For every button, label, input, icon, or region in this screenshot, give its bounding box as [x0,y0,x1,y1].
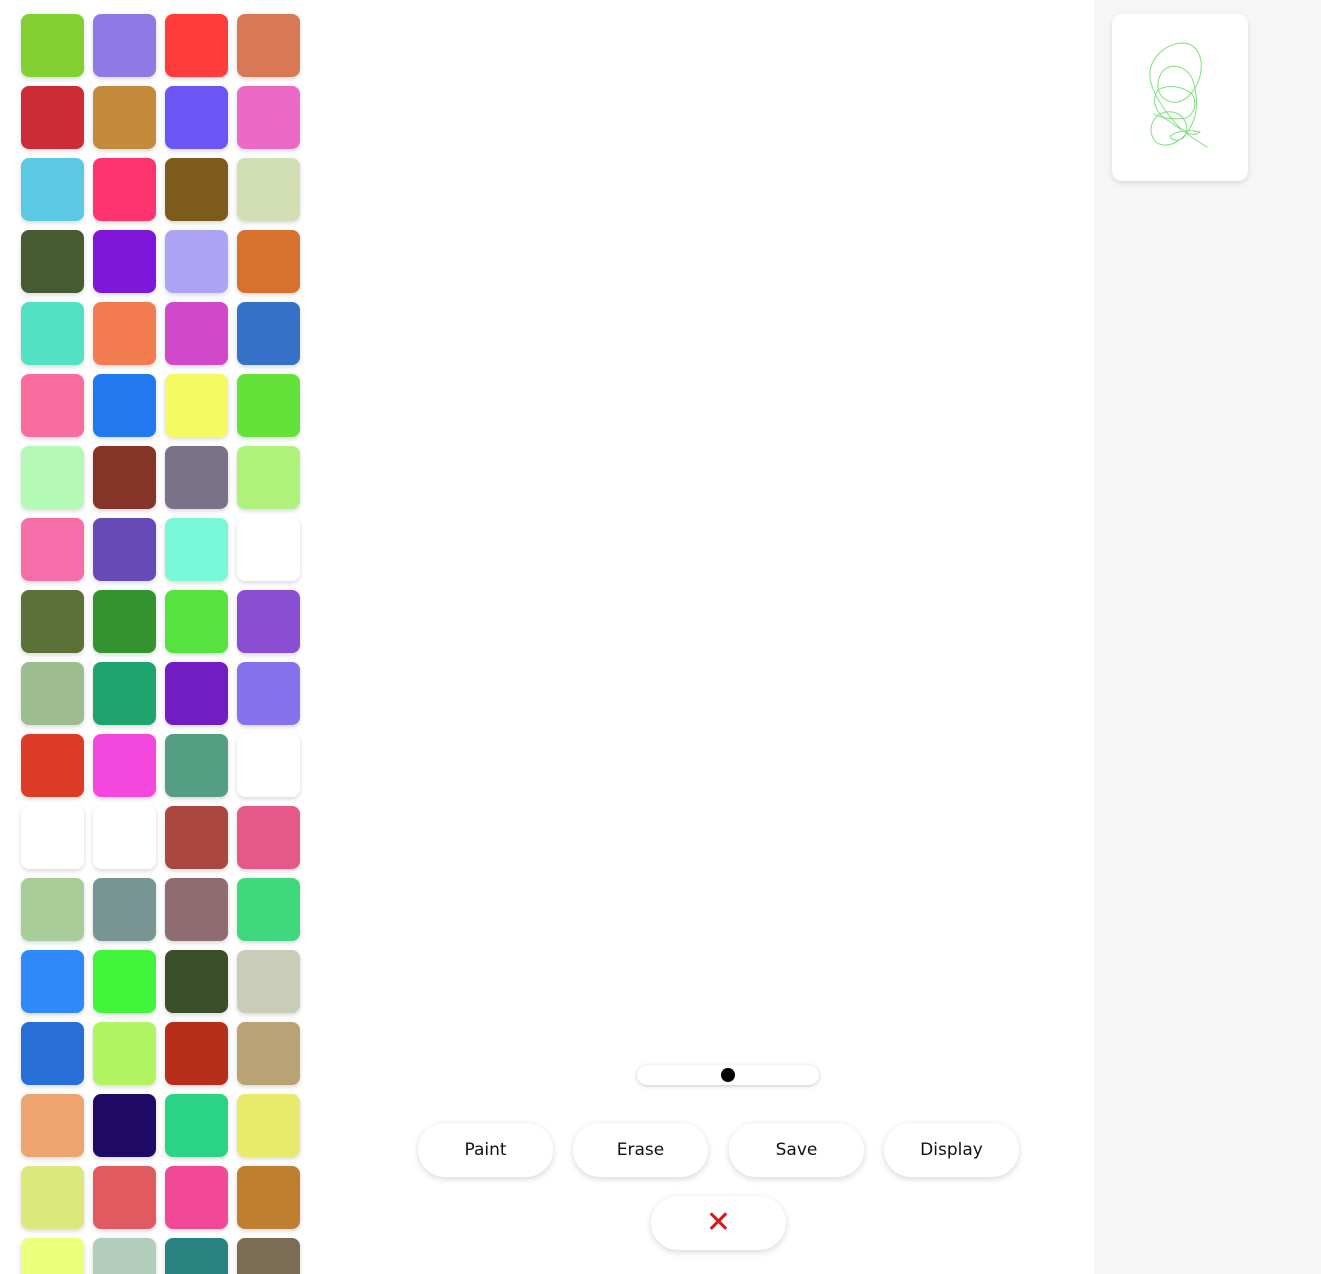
color-swatch[interactable] [165,374,228,437]
color-swatch[interactable] [237,1094,300,1157]
color-swatch[interactable] [237,878,300,941]
drawing-stroke [1149,42,1208,148]
color-swatch[interactable] [165,1238,228,1274]
color-swatch[interactable] [165,446,228,509]
color-swatch[interactable] [165,1166,228,1229]
color-swatch[interactable] [165,86,228,149]
color-swatch[interactable] [237,950,300,1013]
color-swatch[interactable] [165,734,228,797]
color-swatch[interactable] [165,950,228,1013]
color-swatch[interactable] [93,446,156,509]
color-swatch[interactable] [21,662,84,725]
color-swatch[interactable] [165,1094,228,1157]
color-swatch[interactable] [21,518,84,581]
color-swatch[interactable] [21,230,84,293]
color-swatch[interactable] [237,230,300,293]
color-swatch[interactable] [237,14,300,77]
color-swatch[interactable] [21,950,84,1013]
color-swatch[interactable] [93,1166,156,1229]
color-swatch[interactable] [21,1166,84,1229]
color-swatch[interactable] [93,302,156,365]
color-swatch[interactable] [237,1238,300,1274]
color-swatch[interactable] [93,86,156,149]
color-swatch[interactable] [165,590,228,653]
color-swatch[interactable] [165,662,228,725]
paint-button[interactable]: Paint [418,1123,553,1177]
color-swatch[interactable] [93,374,156,437]
save-button[interactable]: Save [729,1123,864,1177]
color-swatch[interactable] [21,14,84,77]
color-swatch[interactable] [93,14,156,77]
color-palette [21,14,311,1274]
color-swatch[interactable] [93,806,156,869]
slider-thumb[interactable] [721,1068,735,1082]
color-swatch[interactable] [21,158,84,221]
color-swatch[interactable] [93,950,156,1013]
color-swatch[interactable] [93,662,156,725]
color-swatch[interactable] [21,734,84,797]
drawing-preview [1149,42,1208,148]
color-swatch[interactable] [165,302,228,365]
saved-drawings-panel [1094,0,1321,1274]
color-swatch[interactable] [165,1022,228,1085]
paint-app: Paint Erase Save Display ✕ [0,0,1321,1274]
color-swatch[interactable] [237,374,300,437]
color-swatch[interactable] [165,878,228,941]
erase-button[interactable]: Erase [573,1123,708,1177]
close-button[interactable]: ✕ [651,1196,786,1250]
color-swatch[interactable] [93,158,156,221]
color-swatch[interactable] [21,302,84,365]
color-swatch[interactable] [21,1022,84,1085]
color-swatch[interactable] [21,446,84,509]
color-swatch[interactable] [21,590,84,653]
color-swatch[interactable] [237,86,300,149]
color-swatch[interactable] [237,518,300,581]
color-swatch[interactable] [21,806,84,869]
color-swatch[interactable] [165,806,228,869]
color-swatch[interactable] [165,518,228,581]
color-swatch[interactable] [93,734,156,797]
color-swatch[interactable] [21,1238,84,1274]
display-button[interactable]: Display [884,1123,1019,1177]
color-swatch[interactable] [93,1238,156,1274]
color-swatch[interactable] [93,230,156,293]
color-swatch[interactable] [237,158,300,221]
color-swatch[interactable] [237,734,300,797]
color-swatch[interactable] [93,518,156,581]
brush-size-slider[interactable] [637,1065,819,1085]
color-swatch[interactable] [21,374,84,437]
color-swatch[interactable] [93,590,156,653]
color-swatch[interactable] [237,446,300,509]
color-swatch[interactable] [237,662,300,725]
saved-drawing-thumbnail[interactable] [1112,14,1248,181]
color-swatch[interactable] [93,1094,156,1157]
color-swatch[interactable] [93,878,156,941]
color-swatch[interactable] [237,302,300,365]
color-swatch[interactable] [93,1022,156,1085]
color-swatch[interactable] [165,230,228,293]
color-swatch[interactable] [21,86,84,149]
color-swatch[interactable] [237,1022,300,1085]
color-swatch[interactable] [21,1094,84,1157]
color-swatch[interactable] [237,806,300,869]
color-swatch[interactable] [21,878,84,941]
color-swatch[interactable] [237,1166,300,1229]
color-swatch[interactable] [237,590,300,653]
color-swatch[interactable] [165,158,228,221]
color-swatch[interactable] [165,14,228,77]
